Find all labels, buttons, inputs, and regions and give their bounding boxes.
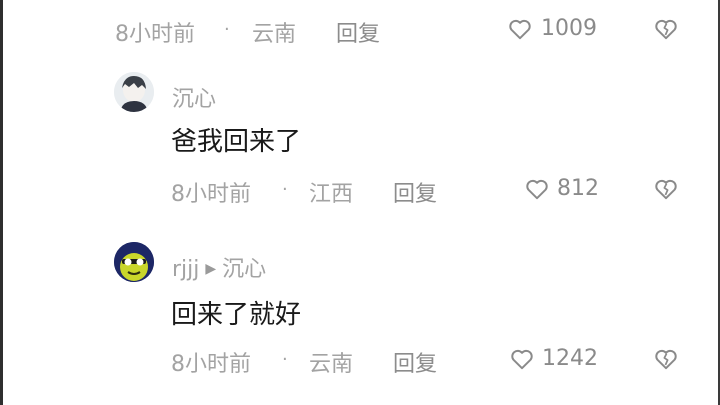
comment-meta-row: 8小时前 · 江西 回复 812 [0,170,720,210]
comment-time: 8小时前 [171,352,251,377]
user-avatar-image [114,72,154,112]
comment-text: 回来了就好 [171,300,302,330]
avatar[interactable] [114,72,154,112]
broken-heart-icon[interactable] [653,346,679,372]
comment-location: 江西 [309,182,354,207]
comment-text: 爸我回来了 [171,127,302,157]
comment-time: 8小时前 [171,182,251,207]
avatar[interactable] [114,242,154,282]
reply-to-username[interactable]: 沉心 [222,257,266,282]
user-avatar-image [114,242,154,282]
comment-meta-row: 8小时前 · 云南 回复 1009 [0,10,720,50]
comment-time: 8小时前 [115,22,195,47]
meta-separator: · [224,19,230,40]
comment-username[interactable]: 沉心 [172,81,216,113]
broken-heart-icon[interactable] [653,176,679,202]
heart-outline-icon[interactable] [524,176,550,202]
heart-outline-icon[interactable] [509,346,535,372]
reply-button[interactable]: 回复 [393,346,437,378]
reply-button[interactable]: 回复 [336,16,380,48]
comment-meta-row: 8小时前 · 云南 回复 1242 [0,340,720,380]
meta-separator: · [282,179,288,200]
meta-separator: · [282,349,288,370]
like-count: 812 [557,176,599,201]
comment-location: 云南 [309,352,354,377]
reply-header: rjjj ▶ 沉心 [172,251,266,283]
reply-arrow-icon: ▶ [205,261,217,277]
heart-outline-icon[interactable] [507,16,533,42]
comment-username[interactable]: rjjj [172,257,199,282]
broken-heart-icon[interactable] [653,16,679,42]
like-count: 1242 [542,346,598,371]
reply-button[interactable]: 回复 [393,176,437,208]
comment-location: 云南 [252,22,297,47]
like-count: 1009 [541,16,597,41]
